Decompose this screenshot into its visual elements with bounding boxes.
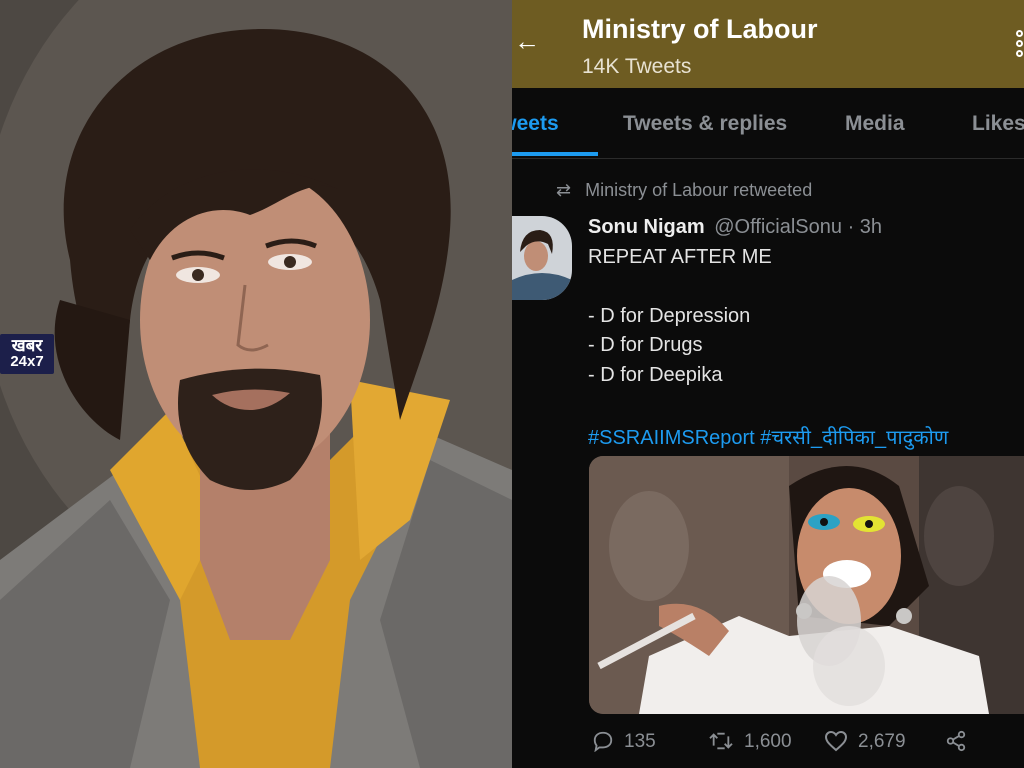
tweet-media-image[interactable] [589,456,1024,714]
tweet-text-line: REPEAT AFTER ME [588,246,772,268]
retweet-icon [709,732,733,750]
more-vertical-icon[interactable] [1016,30,1024,60]
tweet-count: 14K Tweets [582,55,692,78]
tweet-hashtags[interactable]: #SSRAIIMSReport #चरसी_दीपिका_पादुकोण [588,423,948,450]
tweet-text-line: - D for Deepika [588,364,723,386]
reply-count: 135 [624,731,656,752]
tab-media[interactable]: Media [845,112,905,136]
tweet-author-name[interactable]: Sonu Nigam [588,216,705,238]
retweet-label: Ministry of Labour retweeted [585,180,813,200]
profile-name: Ministry of Labour [582,14,818,44]
reply-button[interactable]: 135 [592,730,656,753]
share-button[interactable] [944,730,978,753]
tab-tweets-and-replies[interactable]: Tweets & replies [623,112,787,136]
like-button[interactable]: 2,679 [824,730,906,753]
share-icon [946,730,966,752]
active-tab-indicator [512,152,598,156]
tweet-actions: 135 1,600 2,679 [588,728,1024,758]
arrow-left-icon[interactable]: ← [514,28,540,54]
tweet-photo [589,456,1024,714]
tweet-time: · 3h [847,216,883,238]
tweet-text-line: - D for Depression [588,305,751,327]
profile-tabs: Tweets Tweets & replies Media Likes [512,88,1024,159]
tab-tweets[interactable]: Tweets [512,112,559,136]
profile-header: ← Ministry of Labour 14K Tweets [512,0,1024,88]
reply-icon [593,731,613,753]
avatar[interactable] [512,216,572,300]
tweet-text-line: - D for Drugs [588,334,703,356]
heart-icon [824,730,848,752]
retweet-count: 1,600 [744,731,792,752]
retweet-button[interactable]: 1,600 [708,730,792,753]
tweet-header: Sonu Nigam @OfficialSonu · 3h [588,216,882,239]
twitter-profile-screen: ← Ministry of Labour 14K Tweets Tweets T… [512,0,1024,768]
portrait-photo [0,0,512,768]
watermark-top-text: खबर [11,336,43,355]
tweet-author-handle[interactable]: @OfficialSonu [714,216,842,238]
portrait-panel: खबर 24x7 [0,0,512,768]
retweet-context: ⇄ Ministry of Labour retweeted [556,180,812,201]
retweet-icon: ⇄ [556,180,572,200]
watermark-bottom-text: 24x7 [10,353,44,370]
like-count: 2,679 [858,731,906,752]
channel-watermark-logo: खबर 24x7 [0,334,54,374]
avatar-image [512,216,572,300]
tab-likes[interactable]: Likes [972,112,1024,136]
